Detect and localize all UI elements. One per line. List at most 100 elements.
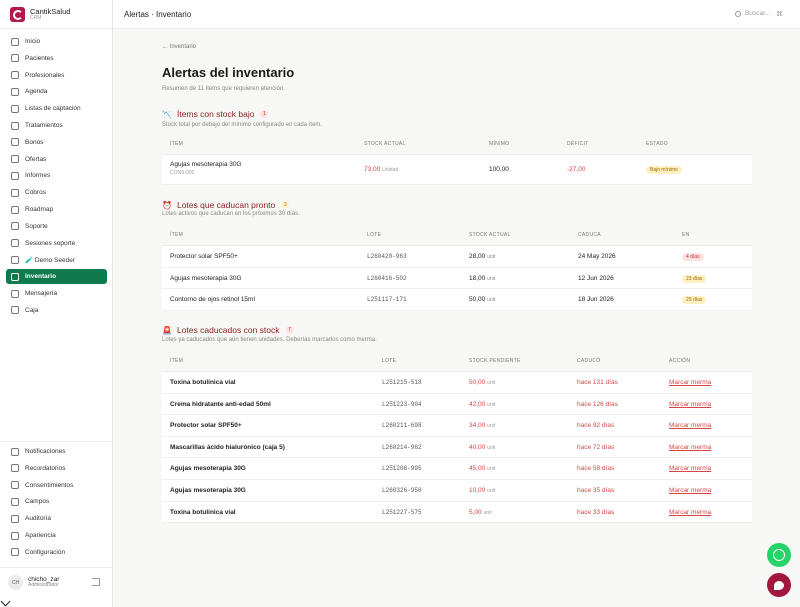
column-header: ÍTEM <box>170 141 184 147</box>
brand[interactable]: CantikSalud CRM <box>10 7 70 22</box>
mark-waste-link[interactable]: Marcar merma <box>669 465 711 472</box>
sidebar-item-label: Informes <box>25 172 51 180</box>
expiring-table: ÍTEM LOTE STOCK ACTUAL CADUCA EN Protect… <box>162 226 752 311</box>
lot-code: L260420-963 <box>367 253 407 260</box>
sidebar-item[interactable]: Soporte <box>6 219 107 234</box>
column-header: LOTE <box>382 358 397 364</box>
sidebar-item[interactable]: Apariencia <box>6 528 107 543</box>
siren-icon: 🚨 <box>162 325 172 335</box>
low-stock-description: Stock total por debajo del mínimo config… <box>162 122 323 128</box>
stock-unit: unit <box>483 509 492 516</box>
expired-ago: hace 92 días <box>577 422 615 430</box>
column-header: DÉFICIT <box>567 141 589 147</box>
lot-code: L260326-950 <box>382 486 422 494</box>
stock-number: 10,00 <box>469 486 486 494</box>
low-stock-table: ÍTEM STOCK ACTUAL MÍNIMO DÉFICIT ESTADO … <box>162 135 752 185</box>
lot-code: L260416-502 <box>367 274 407 282</box>
document-icon <box>10 481 19 490</box>
shortcut-icon[interactable]: ⌘ <box>776 10 783 18</box>
sidebar-item[interactable]: Sesiones soporte <box>6 236 107 251</box>
sidebar-item-label: Campos <box>25 498 50 506</box>
sidebar-item[interactable]: Auditoría <box>6 511 107 526</box>
sidebar-item[interactable]: Bonos <box>6 135 107 150</box>
expiring-count-badge: 3 <box>281 201 290 209</box>
sidebar-item-label: Inicio <box>25 38 41 45</box>
sidebar-item-label: Agenda <box>25 88 48 96</box>
sidebar-item-label: Soporte <box>25 222 48 230</box>
sidebar-item[interactable]: Tratamientos <box>6 118 107 133</box>
days-left-badge: 29 días <box>682 296 707 305</box>
sidebar-item[interactable]: 🧪 Demo Seeder <box>6 252 107 267</box>
low-stock-heading: Ítems con stock bajo <box>176 109 255 119</box>
mark-waste-link[interactable]: Marcar merma <box>669 444 711 451</box>
sidebar-item[interactable]: Campos <box>6 494 107 509</box>
minimum-value: 100,00 <box>489 166 509 173</box>
palette-icon <box>10 531 19 540</box>
sidebar-item[interactable]: Agenda <box>6 84 107 99</box>
search-placeholder: Buscar... <box>745 10 771 17</box>
mark-waste-link[interactable]: Marcar merma <box>669 379 711 386</box>
item-sku: CONS-002 <box>170 170 195 176</box>
stock-unit: unit <box>487 401 496 408</box>
item-name: Toxina botulínica vial <box>170 508 236 516</box>
sidebar-item[interactable]: Listas de captación <box>6 101 107 116</box>
stock-value: 45,00 unit <box>469 465 495 472</box>
low-stock-count-badge: 1 <box>260 110 269 118</box>
whatsapp-button[interactable] <box>767 543 791 567</box>
column-header: STOCK PENDIENTE <box>469 358 521 364</box>
user-profile[interactable]: CH chicho_zar Administrador <box>8 575 59 590</box>
status-cell: Bajo mínimo <box>646 166 682 174</box>
expired-ago: hace 35 días <box>577 486 615 494</box>
chat-button[interactable] <box>767 573 791 597</box>
mark-waste-link[interactable]: Marcar merma <box>669 487 711 494</box>
item-name: Agujas mesoterapia 30G <box>170 274 242 282</box>
sidebar-item[interactable]: Pacientes <box>6 51 107 66</box>
sidebar-item[interactable]: Ofertas <box>6 152 107 167</box>
sidebar-item[interactable]: Cobros <box>6 185 107 200</box>
table-header: ÍTEM STOCK ACTUAL MÍNIMO DÉFICIT ESTADO <box>162 135 752 155</box>
sidebar-item[interactable]: Recordatorios <box>6 461 107 476</box>
sidebar-item[interactable]: Inicio <box>6 34 107 49</box>
stock-unit: unit <box>487 254 496 260</box>
search-input[interactable]: Buscar... <box>735 10 770 17</box>
mark-waste-link[interactable]: Marcar merma <box>669 422 711 429</box>
mark-waste-link[interactable]: Marcar merma <box>669 509 711 516</box>
cash-icon <box>10 306 19 315</box>
stock-value: 5,00 unit <box>469 509 492 516</box>
sessions-icon <box>10 239 19 248</box>
sidebar-item[interactable]: Profesionales <box>6 68 107 83</box>
sidebar-item-label: Ofertas <box>25 155 47 163</box>
sidebar-item[interactable]: Configuración <box>6 545 107 560</box>
back-link[interactable]: ← Inventario <box>162 44 196 50</box>
table-row: Protector solar SPF50+ L260211-698 34,00 un… <box>162 415 752 437</box>
clock-icon <box>10 464 19 473</box>
sidebar-item[interactable]: Informes <box>6 168 107 183</box>
ticket-icon <box>10 138 19 147</box>
stock-unit: Unidad <box>382 167 399 173</box>
expired-title: 🚨 Lotes caducados con stock 7 <box>162 325 294 335</box>
table-header: ÍTEM LOTE STOCK PENDIENTE CADUCÓ ACCIÓN <box>162 352 752 372</box>
sidebar-item[interactable]: Mensajería <box>6 286 107 301</box>
stock-value: 18,00 unit <box>469 275 495 282</box>
sidebar-item[interactable]: Roadmap <box>6 202 107 217</box>
sidebar-item-label: Inventario <box>25 273 57 281</box>
sidebar-item[interactable]: Consentimientos <box>6 478 107 493</box>
table-row: Crema hidratante anti-edad 50ml L251223-9… <box>162 393 752 416</box>
stock-unit: unit <box>487 380 496 386</box>
column-header: EN <box>682 232 690 238</box>
sidebar-item-label: Consentimientos <box>25 481 74 489</box>
sidebar-item[interactable]: Inventario <box>6 269 107 285</box>
expired-count-badge: 7 <box>285 326 294 334</box>
sidebar-item[interactable]: Caja <box>6 303 107 318</box>
stock-value: 50,00 unit <box>469 296 495 303</box>
sidebar-item-label: Roadmap <box>25 206 54 213</box>
stock-unit: unit <box>487 275 496 282</box>
days-left-cell: 4 días <box>682 253 704 261</box>
column-header: ACCIÓN <box>669 358 691 364</box>
mark-waste-link[interactable]: Marcar merma <box>669 401 711 408</box>
sidebar-item[interactable]: Notificaciones <box>6 444 107 459</box>
logout-icon[interactable] <box>92 578 100 586</box>
stock-value: 34,00 unit <box>469 422 495 429</box>
stock-number: 50,00 <box>469 296 486 304</box>
expiring-title: ⏰ Lotes que caducan pronto 3 <box>162 200 290 210</box>
